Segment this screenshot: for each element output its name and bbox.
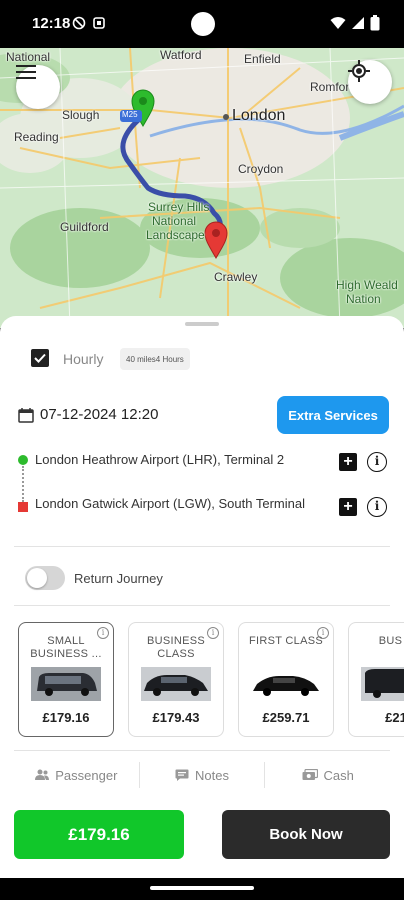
dropoff-info-icon[interactable]: i	[367, 497, 387, 517]
people-icon	[35, 769, 50, 780]
route-connector	[22, 466, 24, 502]
extra-services-button[interactable]: Extra Services	[277, 396, 389, 434]
my-location-icon	[348, 60, 370, 82]
my-location-button[interactable]	[348, 60, 392, 104]
vehicle-carousel[interactable]: i SMALL BUSINESS ... £179.16 i BUSINESS …	[0, 622, 404, 738]
route-map[interactable]: National Watford Enfield Romford Slough …	[0, 48, 404, 328]
tab-notes[interactable]: Notes	[140, 762, 265, 788]
date-time-picker[interactable]: 07-12-2024 12:20	[18, 406, 158, 423]
total-price-button[interactable]: £179.16	[14, 810, 184, 859]
toggle-knob	[27, 568, 47, 588]
map-label-reading: Reading	[14, 130, 59, 144]
pickup-location[interactable]: London Heathrow Airport (LHR), Terminal …	[35, 450, 325, 470]
map-label-crawley: Crawley	[214, 270, 258, 284]
vehicle-card-first-class[interactable]: i FIRST CLASS £259.71	[238, 622, 334, 737]
map-label-nation: Nation	[346, 292, 381, 306]
tab-passenger[interactable]: Passenger	[14, 762, 139, 788]
divider	[14, 605, 390, 606]
wifi-icon	[330, 17, 346, 29]
vehicle-card-business-van[interactable]: i BUS V £21	[348, 622, 404, 737]
vehicle-name: SMALL BUSINESS ...	[30, 635, 102, 660]
return-journey-label: Return Journey	[74, 571, 163, 586]
screenshot-icon	[93, 17, 105, 29]
camera-cutout	[191, 12, 215, 36]
map-label-watford: Watford	[160, 48, 202, 62]
hourly-label: Hourly	[63, 351, 104, 367]
map-label-surrey-hills: Surrey Hills	[148, 200, 210, 214]
map-label-guildford: Guildford	[60, 220, 109, 234]
date-time-value: 07-12-2024 12:20	[40, 406, 159, 423]
dropoff-location[interactable]: London Gatwick Airport (LGW), South Term…	[35, 494, 305, 514]
sedan-image	[141, 667, 211, 701]
luxury-sedan-image	[253, 676, 319, 696]
shield-icon	[72, 16, 86, 30]
signal-icon	[352, 17, 364, 29]
tab-cash-label: Cash	[323, 767, 354, 783]
van-image	[361, 667, 404, 701]
map-label-croydon: Croydon	[238, 162, 284, 176]
status-time: 12:18	[32, 15, 71, 32]
vehicle-price: £179.43	[152, 710, 200, 725]
map-label-national-2: National	[152, 214, 197, 228]
pickup-info-icon[interactable]: i	[367, 452, 387, 472]
add-stop-button[interactable]: +	[339, 453, 357, 471]
map-label-london: London	[232, 107, 286, 124]
menu-button[interactable]	[16, 65, 60, 109]
vehicle-name: BUSINESS CLASS	[146, 635, 206, 660]
hourly-checkbox[interactable]	[31, 349, 49, 367]
return-journey-toggle[interactable]	[25, 566, 65, 590]
map-label-m25: M25	[122, 110, 138, 119]
vehicle-price: £21	[385, 710, 404, 725]
vehicle-card-small-business[interactable]: i SMALL BUSINESS ... £179.16	[18, 622, 114, 737]
status-notification-icons	[72, 16, 106, 30]
hamburger-menu-icon	[16, 65, 36, 79]
vehicle-card-business-class[interactable]: i BUSINESS CLASS £179.43	[128, 622, 224, 737]
tab-passenger-label: Passenger	[55, 767, 118, 783]
divider	[14, 750, 390, 751]
map-label-slough: Slough	[62, 108, 100, 122]
tab-cash[interactable]: Cash	[265, 762, 390, 788]
status-system-icons	[330, 15, 380, 31]
calendar-icon	[18, 407, 34, 423]
vehicle-name: BUS V	[378, 635, 404, 647]
check-icon	[34, 353, 46, 363]
status-bar: 12:18	[0, 0, 404, 48]
battery-icon	[370, 15, 380, 31]
book-now-button[interactable]: Book Now	[222, 810, 390, 859]
map-label-landscape: Landscape	[146, 228, 205, 242]
add-stop-button-2[interactable]: +	[339, 498, 357, 516]
divider	[14, 546, 390, 547]
vehicle-price: £179.16	[42, 710, 90, 725]
dropoff-square-icon	[18, 502, 28, 512]
notes-icon	[175, 769, 189, 781]
tab-notes-label: Notes	[195, 767, 229, 783]
vehicle-name: FIRST CLASS	[248, 635, 323, 647]
map-label-enfield: Enfield	[244, 52, 281, 66]
cash-icon	[302, 769, 318, 780]
london-marker-icon	[223, 114, 229, 120]
home-gesture-pill[interactable]	[150, 886, 254, 890]
system-nav-bar	[0, 878, 404, 900]
minivan-image	[31, 667, 101, 701]
map-label-national: National	[6, 50, 51, 64]
options-tabs: Passenger Notes Cash	[14, 762, 390, 788]
vehicle-price: £259.71	[262, 710, 310, 725]
pickup-dot-icon	[18, 455, 28, 465]
drag-handle[interactable]	[185, 322, 219, 326]
map-label-high-weald: High Weald	[336, 278, 398, 292]
hourly-package-chip[interactable]: 40 miles4 Hours	[120, 348, 190, 370]
booking-sheet: Hourly 40 miles4 Hours 07-12-2024 12:20 …	[0, 316, 404, 878]
